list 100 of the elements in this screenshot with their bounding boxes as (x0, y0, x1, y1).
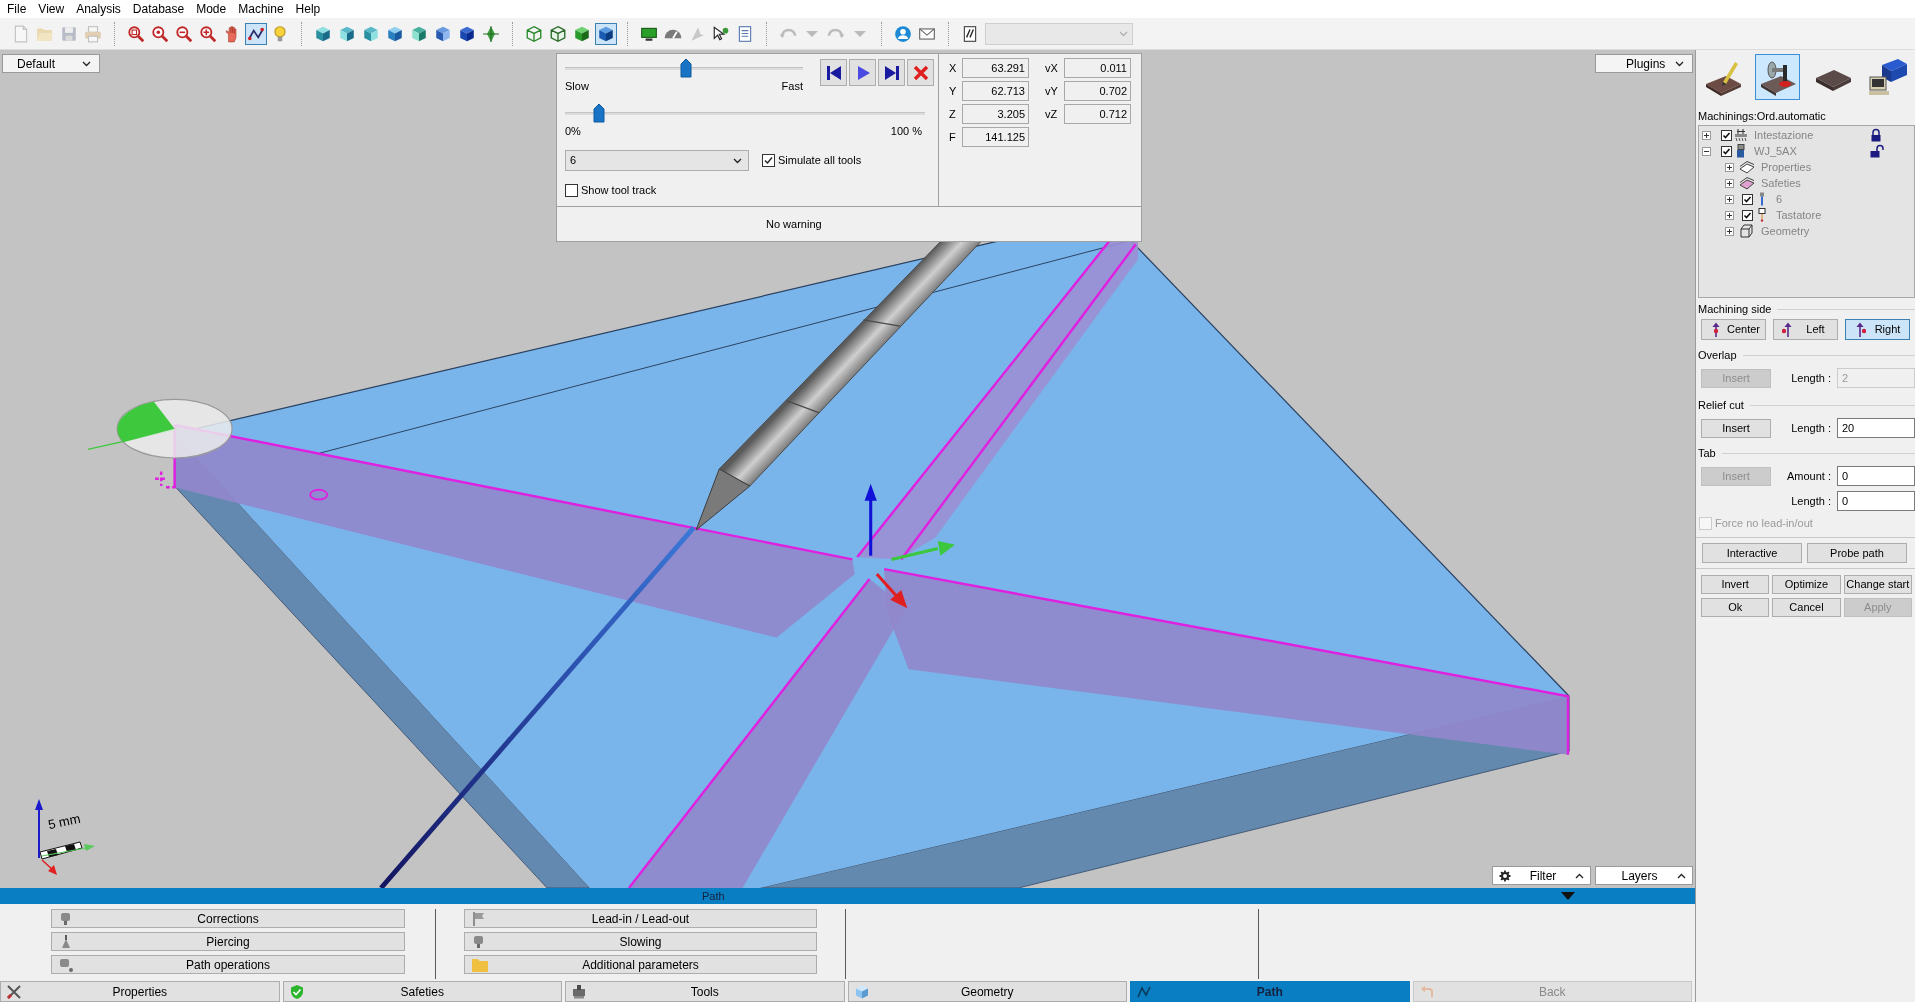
menu-item[interactable]: File (1, 1, 33, 17)
action-button[interactable]: Ok (1701, 598, 1770, 617)
3d-viewport[interactable]: Default Plugins Slow Fast 0% 100 % 6 Simulate all tools Show tool track X 63.291 Y 62.713 Z 3.205 F 141.125 vX 0.011 vY 0.702 vZ 0.712 No warning 5 mm Filter Layers (0, 50, 1695, 888)
menu-item[interactable]: Help (289, 1, 327, 17)
action-button[interactable]: Cancel (1772, 598, 1841, 617)
side-option-button[interactable]: Left (1773, 319, 1838, 340)
checkbox-label[interactable]: Show tool track (581, 182, 657, 199)
checkbox[interactable] (1721, 129, 1732, 141)
checkbox[interactable] (1742, 193, 1753, 205)
checkbox[interactable] (565, 183, 578, 197)
magnifier-icon (151, 24, 169, 43)
coordinate-label: vY (1045, 83, 1059, 99)
expander-icon[interactable] (1725, 178, 1734, 188)
coordinate-field[interactable]: 3.205 (962, 104, 1029, 124)
field-label: Length : (1790, 493, 1831, 509)
redo-arc-icon (827, 28, 845, 39)
flag-icon (471, 910, 487, 927)
path-option-button[interactable]: Piercing (51, 932, 405, 951)
caret-down-icon (806, 30, 818, 37)
slider-max-label: 100 % (890, 125, 922, 138)
menu-item[interactable]: Analysis (70, 1, 127, 17)
zoom-in-icon (199, 24, 217, 43)
menu-item[interactable]: Mode (190, 1, 233, 17)
chevron-down-icon (82, 60, 91, 67)
progress-slider[interactable] (565, 103, 925, 123)
bottom-tab[interactable]: Properties (0, 981, 280, 1002)
expander-icon[interactable] (1725, 162, 1734, 172)
field-label: Length : (1790, 370, 1831, 386)
input-field[interactable]: 20 (1837, 418, 1915, 438)
checkbox-label[interactable]: Simulate all tools (778, 152, 862, 169)
checkbox[interactable] (762, 154, 775, 167)
coordinate-field[interactable]: 0.011 (1064, 58, 1131, 78)
checkbox[interactable] (1721, 145, 1732, 157)
filter-button[interactable]: Filter (1492, 866, 1591, 885)
chevron-down-icon (1119, 30, 1128, 37)
layers-button[interactable]: Layers (1595, 866, 1693, 885)
menu-item[interactable]: Machine (232, 1, 290, 17)
coordinate-field[interactable]: 0.702 (1064, 81, 1131, 101)
speed-slider[interactable] (565, 58, 803, 78)
playback-button[interactable] (849, 59, 876, 86)
path-option-button[interactable]: Slowing (464, 932, 817, 951)
expander-icon[interactable] (1725, 194, 1734, 204)
action-button[interactable]: Optimize (1772, 575, 1841, 594)
view-preset-dropdown[interactable]: Default (2, 54, 100, 73)
coordinate-field[interactable]: 141.125 (962, 127, 1029, 147)
bottom-tab[interactable]: Path (1130, 981, 1410, 1002)
action-button[interactable]: Change start (1843, 575, 1912, 594)
zoom-out-icon (175, 24, 193, 43)
coordinate-label: vZ (1045, 106, 1059, 122)
expander-icon[interactable] (1725, 210, 1734, 220)
machine-tab[interactable] (1755, 54, 1800, 100)
new-file-icon (12, 24, 30, 43)
action-button[interactable]: Invert (1701, 575, 1770, 594)
path-option-button[interactable]: Path operations (51, 955, 405, 974)
side-option-button[interactable]: Center (1701, 319, 1766, 340)
coordinate-label: Y (949, 83, 958, 99)
tool-dropdown[interactable]: 6 (565, 150, 749, 171)
plugins-dropdown[interactable]: Plugins (1595, 54, 1693, 73)
path-option-button[interactable]: Lead-in / Lead-out (464, 909, 817, 928)
gauge-icon (664, 28, 682, 39)
bottom-tab[interactable]: Geometry (847, 981, 1127, 1002)
slider-thumb[interactable] (592, 103, 605, 123)
computer-icon (1867, 57, 1908, 97)
checkbox[interactable] (1742, 209, 1753, 221)
side-option-button[interactable]: Right (1845, 319, 1910, 340)
wireframe-cube-icon (525, 24, 543, 43)
undo-arc-icon (779, 28, 797, 39)
path-option-button[interactable]: Corrections (51, 909, 405, 928)
bottom-tab[interactable]: Safeties (282, 981, 562, 1002)
cursor-icon (712, 24, 730, 43)
coordinate-field[interactable]: 63.291 (962, 58, 1029, 78)
action-button[interactable]: Interactive (1702, 543, 1802, 563)
menu-item[interactable]: View (32, 1, 71, 17)
print-icon (84, 24, 102, 43)
toolbar-button[interactable] (245, 22, 267, 45)
action-button[interactable]: Probe path (1807, 543, 1907, 563)
input-field[interactable]: 0 (1837, 466, 1915, 486)
slider-thumb[interactable] (680, 58, 693, 78)
expander-icon[interactable] (1725, 226, 1734, 236)
bottom-tab[interactable]: Tools (565, 981, 845, 1002)
coordinate-field[interactable]: 0.712 (1064, 104, 1131, 124)
header-icon (1734, 128, 1748, 142)
caret-down-icon (854, 30, 866, 37)
path-option-button[interactable]: Additional parameters (464, 955, 817, 974)
playback-button[interactable] (820, 59, 847, 86)
playback-button[interactable] (878, 59, 905, 86)
machine-icon (570, 983, 588, 1000)
shaded-cube-icon (597, 24, 615, 43)
save-icon (60, 24, 78, 43)
view-cube-icon (314, 24, 332, 43)
tools-icon (5, 983, 23, 1000)
menu-item[interactable]: Database (126, 1, 191, 17)
document-icon (961, 24, 979, 43)
input-field[interactable]: 0 (1837, 491, 1915, 511)
toolbar-button[interactable] (595, 22, 617, 45)
expander-icon[interactable] (1702, 130, 1711, 140)
x-axis-arrow (875, 573, 908, 609)
insert-button[interactable]: Insert (1701, 418, 1771, 438)
coordinate-field[interactable]: 62.713 (962, 81, 1029, 101)
expander-icon[interactable] (1702, 146, 1711, 156)
